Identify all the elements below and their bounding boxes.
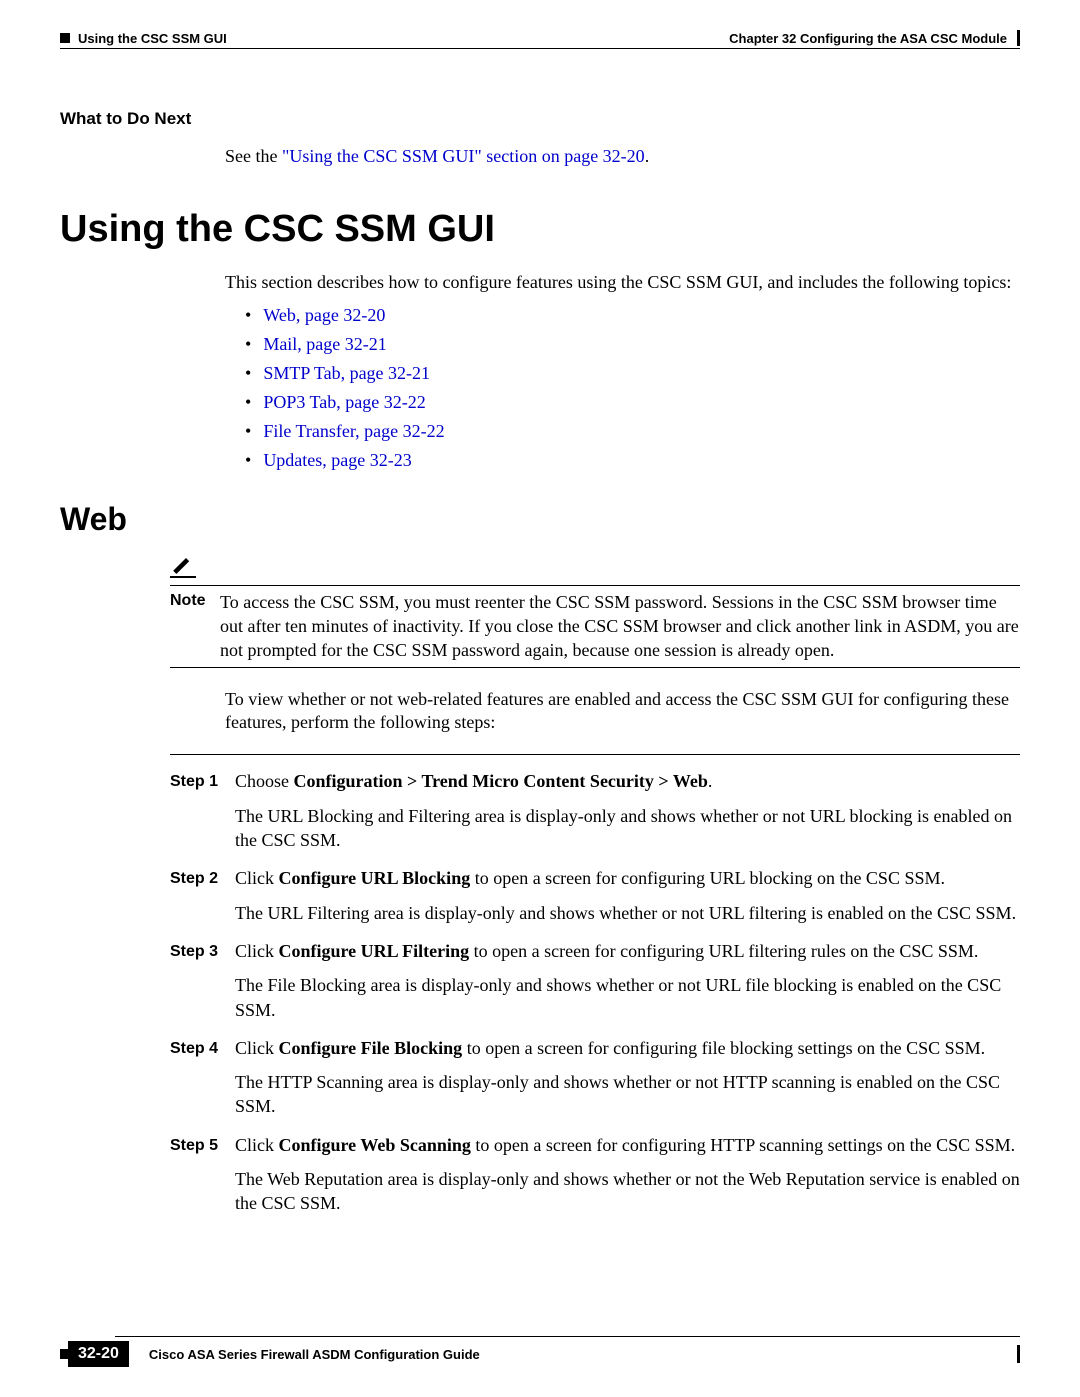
header-section: Using the CSC SSM GUI <box>78 31 227 46</box>
step-row: Step 3 Click Configure URL Filtering to … <box>170 939 1020 963</box>
topic-link[interactable]: Updates, page 32-23 <box>245 450 1020 471</box>
what-to-do-next-label: What to Do Next <box>60 109 1020 129</box>
pencil-icon <box>170 565 196 582</box>
intro-paragraph: This section describes how to configure … <box>225 271 1020 294</box>
header-chapter: Chapter 32 Configuring the ASA CSC Modul… <box>729 31 1007 46</box>
what-to-do-next-text: See the "Using the CSC SSM GUI" section … <box>225 145 1020 168</box>
step-sub: The URL Blocking and Filtering area is d… <box>235 804 1020 853</box>
page-footer: 32-20 Cisco ASA Series Firewall ASDM Con… <box>60 1336 1020 1367</box>
step-body: Click Configure File Blocking to open a … <box>235 1036 1020 1060</box>
step-row: Step 4 Click Configure File Blocking to … <box>170 1036 1020 1060</box>
step-number: Step 2 <box>170 866 235 890</box>
step-body: Choose Configuration > Trend Micro Conte… <box>235 769 1020 793</box>
footer-title: Cisco ASA Series Firewall ASDM Configura… <box>149 1347 480 1362</box>
step-sub: The URL Filtering area is display-only a… <box>235 901 1020 925</box>
post-note-paragraph: To view whether or not web-related featu… <box>225 688 1020 735</box>
step-body: Click Configure Web Scanning to open a s… <box>235 1133 1020 1157</box>
step-number: Step 3 <box>170 939 235 963</box>
footer-bar-icon <box>1017 1345 1020 1363</box>
topics-list: Web, page 32-20 Mail, page 32-21 SMTP Ta… <box>245 305 1020 471</box>
wtdn-suffix: . <box>645 146 650 166</box>
topic-link[interactable]: POP3 Tab, page 32-22 <box>245 392 1020 413</box>
step-row: Step 1 Choose Configuration > Trend Micr… <box>170 769 1020 793</box>
topic-link[interactable]: Web, page 32-20 <box>245 305 1020 326</box>
steps-divider <box>170 754 1020 755</box>
wtdn-link[interactable]: "Using the CSC SSM GUI" section on page … <box>282 146 645 166</box>
step-sub: The Web Reputation area is display-only … <box>235 1167 1020 1216</box>
note-block: Note To access the CSC SSM, you must ree… <box>170 558 1020 668</box>
step-body: Click Configure URL Blocking to open a s… <box>235 866 1020 890</box>
page-number: 32-20 <box>68 1341 129 1367</box>
step-number: Step 5 <box>170 1133 235 1157</box>
topic-link[interactable]: File Transfer, page 32-22 <box>245 421 1020 442</box>
header-marker-icon <box>60 33 70 43</box>
step-number: Step 4 <box>170 1036 235 1060</box>
step-row: Step 5 Click Configure Web Scanning to o… <box>170 1133 1020 1157</box>
note-label: Note <box>170 590 220 610</box>
topic-link[interactable]: Mail, page 32-21 <box>245 334 1020 355</box>
note-text: To access the CSC SSM, you must reenter … <box>220 590 1020 663</box>
step-number: Step 1 <box>170 769 235 793</box>
step-row: Step 2 Click Configure URL Blocking to o… <box>170 866 1020 890</box>
page-header: Using the CSC SSM GUI Chapter 32 Configu… <box>60 30 1020 49</box>
step-body: Click Configure URL Filtering to open a … <box>235 939 1020 963</box>
step-sub: The HTTP Scanning area is display-only a… <box>235 1070 1020 1119</box>
heading-web: Web <box>60 501 1020 538</box>
heading-using-csc-ssm-gui: Using the CSC SSM GUI <box>60 208 1020 251</box>
header-bar-icon <box>1017 30 1020 46</box>
topic-link[interactable]: SMTP Tab, page 32-21 <box>245 363 1020 384</box>
wtdn-prefix: See the <box>225 146 282 166</box>
step-sub: The File Blocking area is display-only a… <box>235 973 1020 1022</box>
